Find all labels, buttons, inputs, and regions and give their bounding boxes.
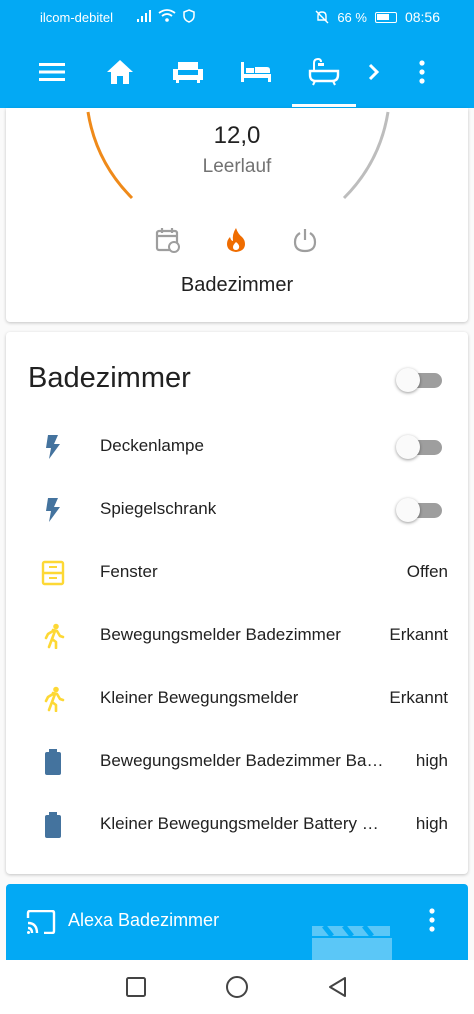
app-bar xyxy=(0,36,474,108)
entity-row-spiegelschrank[interactable]: Spiegelschrank xyxy=(6,479,468,542)
thermostat-card: 12,0 Leerlauf Badezimmer xyxy=(6,108,468,322)
home-circle-icon[interactable] xyxy=(225,975,249,999)
battery-percent: 66 % xyxy=(337,9,367,25)
entity-row-deckenlampe[interactable]: Deckenlampe xyxy=(6,416,468,479)
flash-icon xyxy=(46,435,60,459)
current-temperature: 12,0 xyxy=(213,122,261,149)
entity-row-battery-kleiner[interactable]: Kleiner Bewegungsmelder Battery … high xyxy=(6,794,468,857)
status-right: 66 % 08:56 xyxy=(315,9,440,25)
calendar-sync-icon xyxy=(155,228,180,253)
entity-state: Erkannt xyxy=(389,625,448,644)
entity-label: Spiegelschrank xyxy=(100,499,217,518)
vpn-shield-icon xyxy=(183,9,195,23)
entity-state: Offen xyxy=(406,562,448,581)
motion-icon xyxy=(44,623,65,649)
entity-row-battery-badezimmer[interactable]: Bewegungsmelder Badezimmer Ba… high xyxy=(6,731,468,794)
mode-auto-button[interactable] xyxy=(154,226,184,256)
entity-state: high xyxy=(415,751,448,770)
window-icon xyxy=(41,560,65,586)
entity-label: Kleiner Bewegungsmelder Battery … xyxy=(100,814,379,833)
movie-clapper-icon xyxy=(312,924,392,964)
entity-label: Kleiner Bewegungsmelder xyxy=(100,688,299,707)
media-more-button[interactable] xyxy=(422,908,442,938)
toggle-thumb xyxy=(396,368,420,392)
cast-icon xyxy=(26,910,56,934)
bathtub-icon[interactable] xyxy=(306,54,342,90)
entity-row-bewegungsmelder-badezimmer[interactable]: Bewegungsmelder Badezimmer Erkannt xyxy=(6,605,468,668)
flash-icon xyxy=(46,498,60,522)
flame-icon xyxy=(227,228,245,252)
hvac-action: Leerlauf xyxy=(202,156,272,177)
battery-icon xyxy=(45,812,61,838)
entity-label: Bewegungsmelder Badezimmer xyxy=(100,625,341,644)
spiegelschrank-toggle[interactable] xyxy=(394,498,444,522)
wifi-icon xyxy=(158,9,176,22)
mode-heat-button[interactable] xyxy=(222,226,252,256)
thermostat-name: Badezimmer xyxy=(180,274,294,296)
mode-off-button[interactable] xyxy=(291,226,321,256)
back-icon[interactable] xyxy=(327,976,349,998)
more-vertical-icon[interactable] xyxy=(404,54,440,90)
toggle-thumb xyxy=(396,435,420,459)
system-nav-bar xyxy=(0,960,474,1014)
media-player-name: Alexa Badezimmer xyxy=(68,910,220,930)
entity-state: high xyxy=(415,814,448,833)
card-title: Badezimmer xyxy=(28,362,191,394)
power-icon xyxy=(293,229,317,253)
entity-label: Fenster xyxy=(100,562,158,581)
menu-icon[interactable] xyxy=(34,54,70,90)
media-player-card[interactable]: Alexa Badezimmer xyxy=(6,884,468,964)
entity-row-fenster[interactable]: Fenster Offen xyxy=(6,542,468,605)
group-toggle[interactable] xyxy=(394,368,444,392)
mute-bell-icon xyxy=(315,10,329,24)
top-bar: ilcom-debitel 66 % 08:56 xyxy=(0,0,474,108)
clock: 08:56 xyxy=(404,9,440,25)
chevron-right-icon[interactable] xyxy=(356,54,392,90)
battery-icon xyxy=(45,749,61,775)
status-bar: ilcom-debitel 66 % 08:56 xyxy=(0,0,474,36)
sofa-icon[interactable] xyxy=(170,54,206,90)
home-icon[interactable] xyxy=(102,54,138,90)
active-tab-indicator xyxy=(292,104,356,107)
entity-state: Erkannt xyxy=(389,688,448,707)
status-icons xyxy=(136,9,196,23)
carrier-name: ilcom-debitel xyxy=(40,10,113,25)
entities-card: Badezimmer Deckenlampe Spiegelschrank Fe… xyxy=(6,332,468,874)
more-vertical-icon xyxy=(429,908,435,932)
deckenlampe-toggle[interactable] xyxy=(394,435,444,459)
entity-row-kleiner-bewegungsmelder[interactable]: Kleiner Bewegungsmelder Erkannt xyxy=(6,668,468,731)
signal-icon xyxy=(137,10,151,22)
bed-icon[interactable] xyxy=(238,54,274,90)
recent-apps-icon[interactable] xyxy=(125,976,147,998)
battery-status-icon xyxy=(374,11,397,23)
toggle-thumb xyxy=(396,498,420,522)
entity-label: Bewegungsmelder Badezimmer Ba… xyxy=(100,751,384,770)
motion-icon xyxy=(44,686,65,712)
entity-label: Deckenlampe xyxy=(100,436,204,455)
